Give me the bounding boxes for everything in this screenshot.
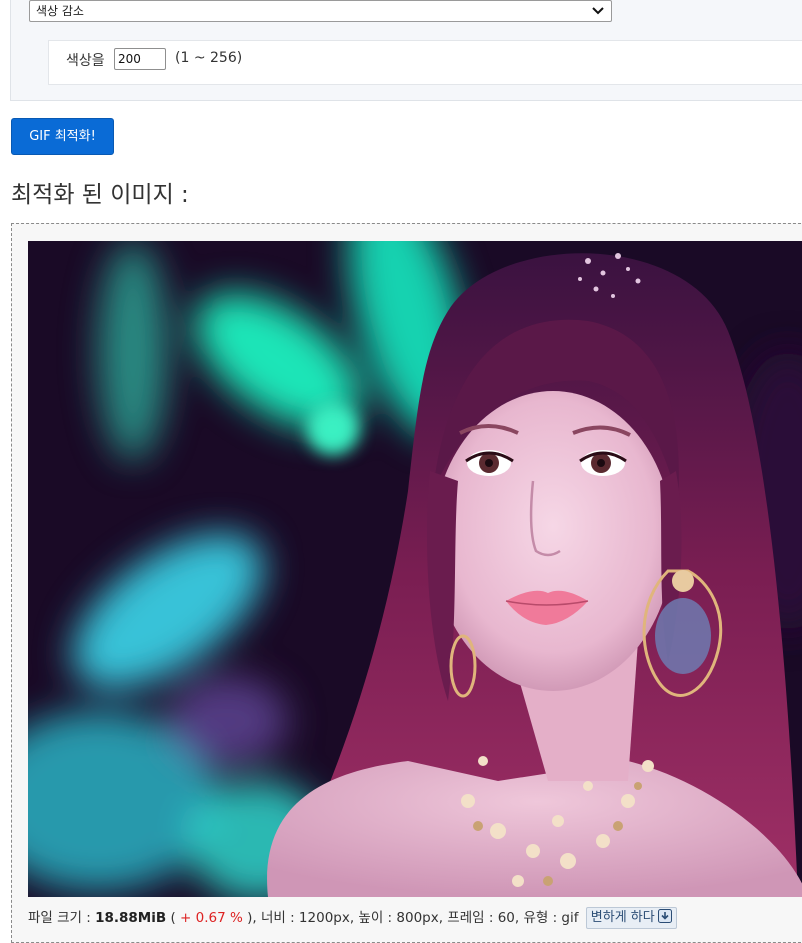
colors-label: 색상을 [66, 53, 105, 69]
method-select-value: 색상 감소 [36, 4, 84, 18]
download-arrow-icon [657, 909, 672, 923]
chevron-down-icon [592, 7, 604, 15]
color-reduction-options: 색상을 (1 ~ 256) [48, 40, 802, 85]
optimized-gif-image [28, 241, 802, 897]
method-select[interactable]: 색상 감소 [29, 0, 612, 22]
open-paren: ( [166, 910, 181, 926]
convert-button[interactable]: 변하게 하다 [585, 907, 677, 929]
colors-input[interactable] [114, 48, 166, 70]
result-heading: 최적화 된 이미지 : [11, 182, 189, 208]
file-size-value: 18.88MiB [95, 910, 167, 926]
file-info: 파일 크기 : 18.88MiB ( + 0.67 % ), 너비 : 1200… [28, 906, 677, 929]
dimensions-info: ), 너비 : 1200px, 높이 : 800px, 프레임 : 60, 유형… [242, 910, 579, 926]
file-size-label: 파일 크기 : [28, 910, 96, 926]
size-change-percent: + 0.67 % [180, 910, 243, 926]
result-container: 파일 크기 : 18.88MiB ( + 0.67 % ), 너비 : 1200… [11, 223, 802, 943]
optimize-gif-button[interactable]: GIF 최적화! [11, 118, 114, 155]
colors-range-hint: (1 ~ 256) [175, 50, 243, 66]
convert-button-label: 변하게 하다 [590, 910, 655, 925]
optimization-options-panel: 색상 감소 색상을 (1 ~ 256) [10, 0, 802, 101]
